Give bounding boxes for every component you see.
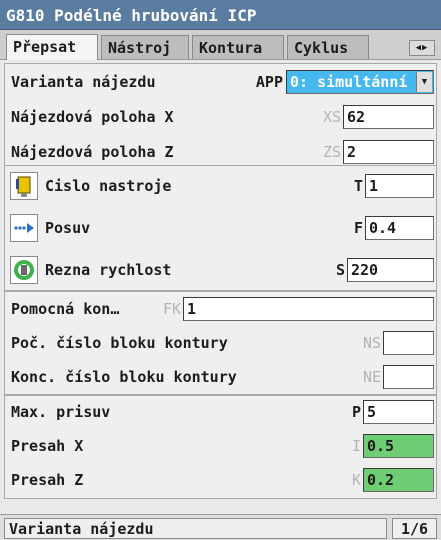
contour-aux-address: FK [162,300,181,318]
feed-arrow-icon [10,214,38,242]
tool-holder-icon [10,172,38,200]
approach-variant-row: Varianta nájezdu APP 0: simultánní ▼ [5,64,436,100]
cycle-infeed-row: Max. prisuv P 5 [5,394,436,430]
approach-x-input[interactable]: 62 [343,105,434,129]
approach-x-address: XS [322,108,341,126]
cycle-allow-z-row: Presah Z K 0.2 [5,462,436,498]
tab-scroll-arrows-icon[interactable]: ◀▶ [409,40,435,56]
tab-cyklus[interactable]: Cyklus [287,35,369,59]
contour-aux-label: Pomocná kon… [11,300,120,318]
tool-feed-row: Posuv F 0.4 [5,210,436,246]
tool-feed-input[interactable]: 0.4 [365,216,434,240]
contour-end-row: Konc. číslo bloku kontury NE [5,359,436,395]
cycle-allow-x-label: Presah X [11,437,84,455]
cycle-allow-x-row: Presah X I 0.5 [5,428,436,464]
tool-number-input[interactable]: 1 [365,174,434,198]
contour-aux-row: Pomocná kon… FK 1 [5,291,436,327]
tool-section: Cislo nastroje T 1 Posuv F 0.4 Rezna ryc… [4,165,437,291]
cycle-allow-z-address: K [351,471,361,489]
tool-number-label: Cislo nastroje [45,177,172,195]
contour-start-input[interactable] [383,331,434,355]
chevron-down-icon[interactable]: ▼ [416,72,432,92]
approach-z-address: ZS [322,143,341,161]
spindle-speed-icon [10,256,38,284]
status-text: Varianta nájezdu [4,518,387,539]
approach-z-label: Nájezdová poloha Z [11,143,174,161]
cycle-section: Max. prisuv P 5 Presah X I 0.5 Presah Z … [4,395,437,499]
tab-nastroj[interactable]: Nástroj [101,35,189,59]
approach-section: Varianta nájezdu APP 0: simultánní ▼ Náj… [4,63,437,169]
approach-variant-address: APP [255,73,283,91]
cycle-allow-x-address: I [351,437,361,455]
status-bar: Varianta nájezdu 1/6 [0,514,441,540]
approach-z-input[interactable]: 2 [343,140,434,164]
approach-x-label: Nájezdová poloha X [11,108,174,126]
tab-prepsat[interactable]: Přepsat [6,34,98,60]
contour-section: Pomocná kon… FK 1 Poč. číslo bloku kontu… [4,291,437,395]
cycle-allow-x-input[interactable]: 0.5 [363,434,434,458]
tab-bar: Přepsat Nástroj Kontura Cyklus ◀▶ [0,30,441,60]
contour-aux-input[interactable]: 1 [183,297,434,321]
tool-number-row: Cislo nastroje T 1 [5,168,436,204]
tool-number-address: T [353,177,363,195]
approach-variant-label: Varianta nájezdu [11,73,156,91]
contour-start-row: Poč. číslo bloku kontury NS [5,325,436,361]
cycle-infeed-input[interactable]: 5 [363,400,434,424]
window-title: G810 Podélné hrubování ICP [0,0,441,30]
tool-feed-label: Posuv [45,219,91,237]
contour-end-input[interactable] [383,365,434,389]
approach-variant-select[interactable]: 0: simultánní ▼ [286,70,434,94]
contour-end-label: Konc. číslo bloku kontury [11,368,237,386]
page-indicator: 1/6 [392,518,437,539]
tool-speed-input[interactable]: 220 [347,258,434,282]
tool-speed-address: S [335,261,345,279]
cycle-allow-z-input[interactable]: 0.2 [363,468,434,492]
tool-speed-label: Rezna rychlost [45,261,172,279]
cycle-allow-z-label: Presah Z [11,471,84,489]
cycle-infeed-address: P [351,403,361,421]
contour-start-address: NS [362,334,381,352]
tab-kontura[interactable]: Kontura [192,35,284,59]
approach-variant-value: 0: simultánní [290,73,408,91]
contour-end-address: NE [362,368,381,386]
approach-x-row: Nájezdová poloha X XS 62 [5,99,436,135]
tool-feed-address: F [353,219,363,237]
contour-start-label: Poč. číslo bloku kontury [11,334,228,352]
cycle-infeed-label: Max. prisuv [11,403,111,421]
tool-speed-row: Rezna rychlost S 220 [5,252,436,288]
